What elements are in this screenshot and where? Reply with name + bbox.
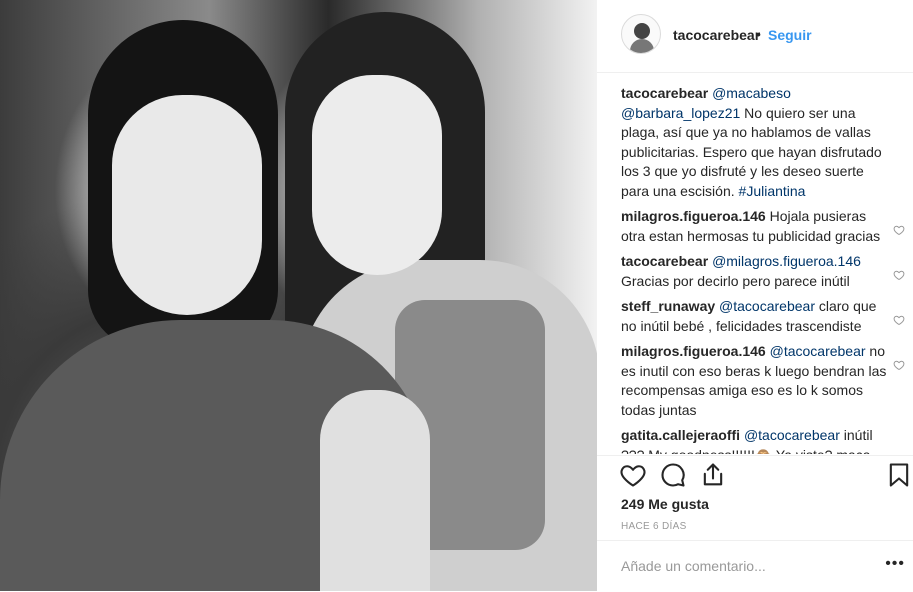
heart-icon[interactable] (619, 461, 647, 489)
follow-button[interactable]: Seguir (768, 27, 812, 43)
add-comment-input[interactable] (621, 558, 851, 574)
comment-mention[interactable]: @barbara_lopez21 (621, 105, 740, 121)
comment-username[interactable]: steff_runaway (621, 298, 715, 314)
action-bar (597, 455, 913, 487)
share-icon[interactable] (699, 461, 727, 489)
comment-username[interactable]: tacocarebear (621, 253, 708, 269)
comment-item: tacocarebear @milagros.figueroa.146 Grac… (621, 252, 907, 291)
avatar[interactable] (621, 14, 661, 54)
header-username[interactable]: tacocarebear (673, 27, 760, 43)
more-options-button[interactable]: ••• (885, 555, 905, 573)
comment-mention[interactable]: @macabeso (712, 85, 791, 101)
comment-mention[interactable]: @tacocarebear (770, 343, 866, 359)
post-sidebar: tacocarebear • Seguir tacocarebear @maca… (597, 0, 913, 591)
add-comment-row: ••• (597, 540, 913, 592)
comment-icon[interactable] (659, 461, 687, 489)
comment-mention[interactable]: @tacocarebear (744, 427, 840, 443)
comment-item: gatita.callejeraoffi @tacocarebear inúti… (621, 426, 907, 454)
comment-item: tacocarebear @macabeso @barbara_lopez21 … (621, 84, 907, 201)
comment-username[interactable]: milagros.figueroa.146 (621, 208, 766, 224)
separator-dot: • (756, 26, 761, 42)
avatar-shape (634, 23, 650, 39)
comment-item: steff_runaway @tacocarebear claro que no… (621, 297, 907, 336)
comment-like-heart-icon[interactable] (893, 224, 905, 236)
photo-shape (112, 95, 262, 315)
comment-hashtag[interactable]: #Juliantina (739, 183, 806, 199)
post-time[interactable]: HACE 6 DÍAS (621, 521, 687, 532)
comment-list[interactable]: tacocarebear @macabeso @barbara_lopez21 … (621, 84, 907, 454)
comment-mention[interactable]: @tacocarebear (719, 298, 815, 314)
comment-like-heart-icon[interactable] (893, 314, 905, 326)
comment-item: milagros.figueroa.146 Hojala pusieras ot… (621, 207, 907, 246)
comment-username[interactable]: milagros.figueroa.146 (621, 343, 766, 359)
comment-username[interactable]: gatita.callejeraoffi (621, 427, 740, 443)
bookmark-icon[interactable] (885, 461, 913, 489)
likes-count[interactable]: 249 Me gusta (621, 496, 709, 512)
post-header: tacocarebear • Seguir (597, 0, 913, 73)
comment-username[interactable]: tacocarebear (621, 85, 708, 101)
comment-like-heart-icon[interactable] (893, 359, 905, 371)
comment-like-heart-icon[interactable] (893, 269, 905, 281)
comment-mention[interactable]: @milagros.figueroa.146 (712, 253, 861, 269)
post-photo[interactable] (0, 0, 597, 591)
comment-text: Gracias por decirlo pero parece inútil (621, 272, 850, 289)
photo-shape (320, 390, 430, 591)
comment-item: milagros.figueroa.146 @tacocarebear no e… (621, 342, 907, 420)
photo-shape (312, 75, 442, 275)
avatar-shape (630, 39, 654, 53)
